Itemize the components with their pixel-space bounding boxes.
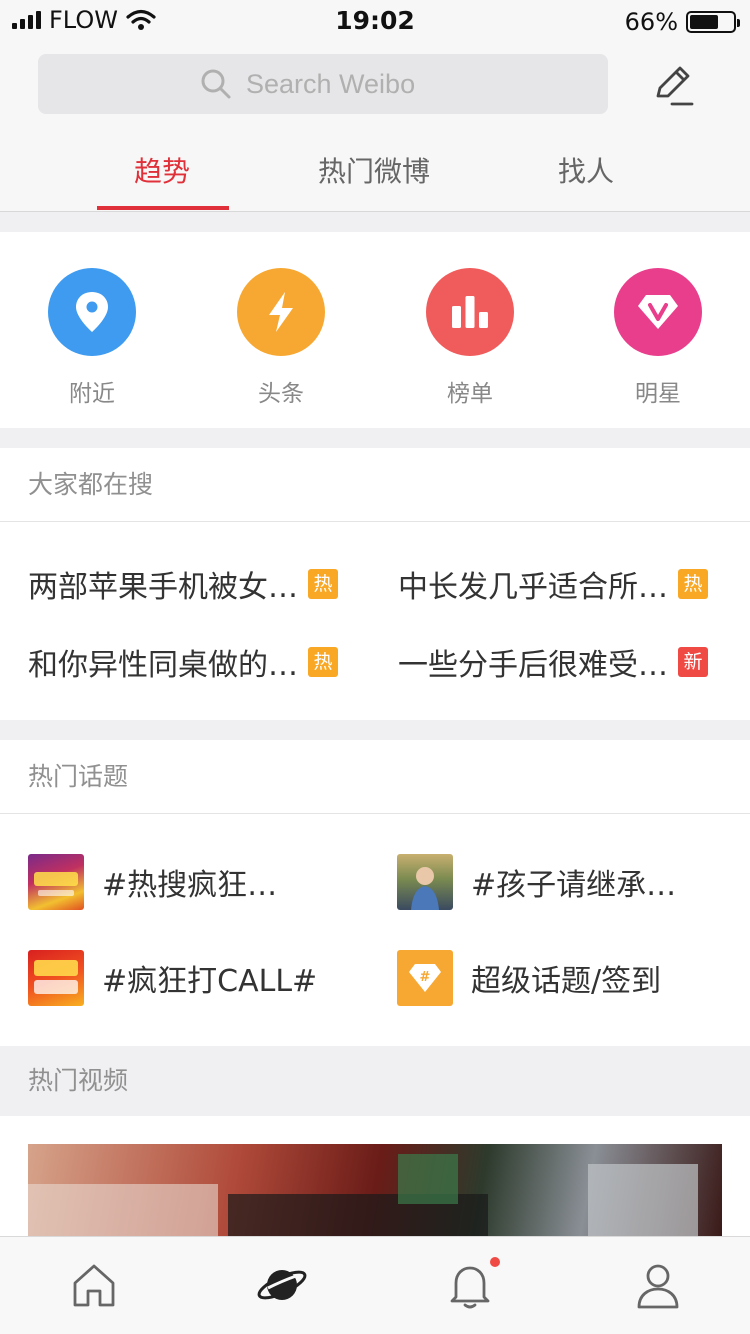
video-thumbnail[interactable]: [28, 1144, 722, 1236]
topic-text: 超级话题/签到: [471, 964, 662, 999]
topic-item[interactable]: #孩子请继承…: [397, 854, 676, 910]
svg-text:#: #: [420, 970, 431, 985]
quick-entry-label: 明星: [635, 381, 681, 407]
quick-entry-label: 榜单: [447, 381, 493, 407]
battery-percent: 66%: [624, 8, 678, 36]
quick-entry-headlines[interactable]: 头条: [237, 268, 325, 408]
tab-find-people[interactable]: 找人: [558, 150, 614, 190]
topic-text: #疯狂打CALL#: [102, 964, 318, 999]
hot-search-section: 大家都在搜 两部苹果手机被女… 热 中长发几乎适合所… 热 和你异性同桌做的… …: [0, 448, 750, 720]
hot-search-text: 中长发几乎适合所…: [398, 570, 668, 605]
lightning-icon: [237, 268, 325, 356]
discover-planet-icon: [257, 1270, 307, 1300]
topic-item[interactable]: # 超级话题/签到: [397, 950, 661, 1006]
tab-trends[interactable]: 趋势: [134, 150, 190, 190]
tab-home[interactable]: [70, 1261, 118, 1311]
bottom-tab-bar: [0, 1236, 750, 1334]
tab-profile[interactable]: [634, 1261, 682, 1311]
hot-videos-section: 热门视频: [0, 1046, 750, 1236]
quick-entry-rankings[interactable]: 榜单: [426, 268, 514, 408]
quick-entry-label: 头条: [258, 381, 304, 407]
hot-search-text: 两部苹果手机被女…: [28, 570, 298, 605]
topic-item[interactable]: #疯狂打CALL#: [28, 950, 317, 1006]
location-pin-icon: [48, 268, 136, 356]
topic-thumb-crazy-call: [28, 950, 84, 1006]
hot-badge: 热: [308, 569, 338, 599]
notification-dot: [490, 1257, 500, 1267]
topic-text: #热搜疯狂…: [102, 868, 278, 903]
hot-search-text: 一些分手后很难受…: [398, 648, 668, 683]
header: 趋势 热门微博 找人: [0, 40, 750, 212]
tab-hot-weibo[interactable]: 热门微博: [318, 150, 430, 190]
tab-discover[interactable]: [256, 1261, 308, 1311]
home-icon: [73, 1264, 115, 1307]
hot-badge: 热: [308, 647, 338, 677]
notification-bell-icon: [450, 1266, 490, 1309]
hot-search-item[interactable]: 两部苹果手机被女… 热: [28, 562, 338, 606]
search-input[interactable]: [246, 68, 446, 100]
hot-search-text: 和你异性同桌做的…: [28, 648, 298, 683]
quick-entry-label: 附近: [69, 381, 115, 407]
status-bar: FLOW 19:02 66%: [0, 0, 750, 40]
compose-button[interactable]: [650, 62, 696, 108]
active-tab-indicator: [97, 206, 229, 210]
topic-text: #孩子请继承…: [471, 868, 677, 903]
quick-entry-nearby[interactable]: 附近: [48, 268, 136, 408]
new-badge: 新: [678, 647, 708, 677]
topic-thumb-child-photo: [397, 854, 453, 910]
search-icon: [201, 69, 231, 99]
hot-search-item[interactable]: 一些分手后很难受… 新: [398, 640, 708, 684]
top-tabs: 趋势 热门微博 找人: [0, 136, 750, 212]
hot-topics-section: 热门话题 #热搜疯狂… #孩子请继承… #疯狂打CALL# # 超级话题/签到: [0, 740, 750, 1046]
bar-chart-icon: [426, 268, 514, 356]
super-topic-icon: #: [397, 950, 453, 1006]
hot-search-item[interactable]: 中长发几乎适合所… 热: [398, 562, 708, 606]
topic-item[interactable]: #热搜疯狂…: [28, 854, 277, 910]
battery-icon: [686, 11, 740, 33]
quick-entry-panel: 附近 头条 榜单 明星: [0, 232, 750, 428]
section-title: 热门视频: [0, 1046, 750, 1116]
topic-thumb-crazy-search: [28, 854, 84, 910]
hot-badge: 热: [678, 569, 708, 599]
section-title: 热门话题: [0, 740, 750, 814]
diamond-v-icon: [614, 268, 702, 356]
battery-status: 66%: [624, 8, 740, 36]
profile-icon: [637, 1264, 679, 1309]
search-bar[interactable]: [38, 54, 608, 114]
quick-entry-stars[interactable]: 明星: [614, 268, 702, 408]
hot-search-item[interactable]: 和你异性同桌做的… 热: [28, 640, 338, 684]
tab-notifications[interactable]: [446, 1257, 500, 1311]
section-title: 大家都在搜: [0, 448, 750, 522]
